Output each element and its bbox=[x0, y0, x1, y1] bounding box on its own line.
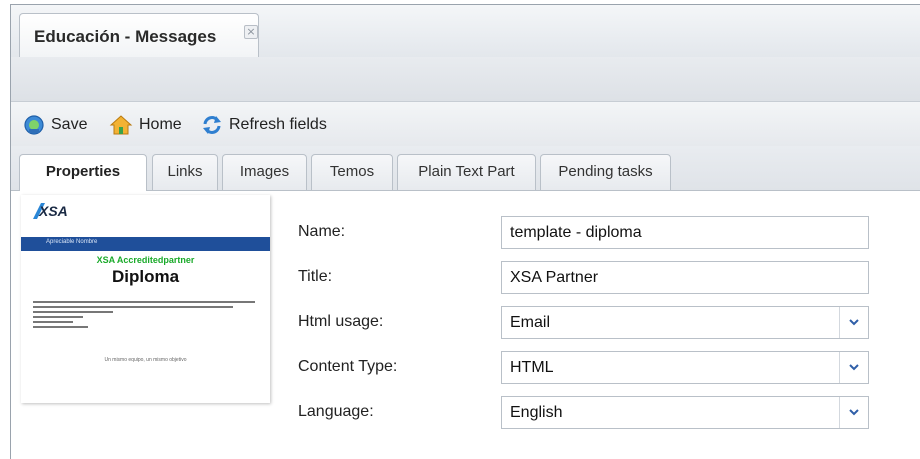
toolbar: Save Home Refresh fields bbox=[11, 102, 920, 146]
html-usage-dropdown-trigger[interactable] bbox=[839, 307, 868, 338]
language-label: Language: bbox=[298, 403, 374, 420]
preview-partner-text: XSA Accreditedpartner bbox=[96, 255, 195, 265]
tab-plain-text-part[interactable]: Plain Text Part bbox=[397, 154, 536, 190]
save-icon bbox=[24, 115, 44, 135]
window-tab[interactable]: Educación - Messages × bbox=[19, 13, 259, 57]
title-label: Title: bbox=[298, 268, 333, 285]
tab-properties[interactable]: Properties bbox=[19, 154, 147, 191]
chevron-down-icon bbox=[849, 409, 859, 416]
tab-images[interactable]: Images bbox=[222, 154, 307, 190]
title-field[interactable]: XSA Partner bbox=[501, 261, 869, 294]
xsa-logo: XSA bbox=[39, 203, 68, 219]
name-label: Name: bbox=[298, 223, 346, 240]
content-type-value: HTML bbox=[510, 359, 554, 376]
preview-header-bar: Apreciable Nombre bbox=[21, 237, 270, 251]
tab-bar: Properties Links Images Temos Plain Text… bbox=[11, 146, 920, 191]
refresh-icon bbox=[203, 116, 221, 134]
content-type-select[interactable]: HTML bbox=[501, 351, 869, 384]
blank-toolbar bbox=[11, 57, 920, 102]
home-label: Home bbox=[139, 116, 182, 133]
preview-text-line bbox=[33, 311, 113, 313]
tab-pending-tasks[interactable]: Pending tasks bbox=[540, 154, 671, 190]
preview-text-line bbox=[33, 321, 73, 323]
template-preview: XSA Apreciable Nombre XSA Accreditedpart… bbox=[21, 195, 270, 403]
home-button[interactable]: Home bbox=[109, 112, 182, 138]
preview-text-line bbox=[33, 306, 233, 308]
preview-diploma-title: Diploma bbox=[111, 267, 180, 286]
name-field[interactable]: template - diploma bbox=[501, 216, 869, 249]
tab-temos[interactable]: Temos bbox=[311, 154, 393, 190]
html-usage-label: Html usage: bbox=[298, 313, 384, 330]
html-usage-select[interactable]: Email bbox=[501, 306, 869, 339]
tab-links[interactable]: Links bbox=[152, 154, 218, 190]
home-icon bbox=[109, 115, 133, 135]
preview-text-line bbox=[33, 326, 88, 328]
content-type-label: Content Type: bbox=[298, 358, 398, 375]
save-label: Save bbox=[51, 116, 88, 133]
preview-bar-text: Apreciable Nombre bbox=[46, 239, 98, 245]
window-title: Educación - Messages bbox=[34, 27, 217, 46]
language-dropdown-trigger[interactable] bbox=[839, 397, 868, 428]
close-icon[interactable]: × bbox=[244, 25, 258, 39]
chevron-down-icon bbox=[849, 319, 859, 326]
refresh-fields-button[interactable]: Refresh fields bbox=[201, 112, 327, 138]
preview-footer-text: Un mismo equipo, un mismo objetivo bbox=[104, 357, 187, 363]
language-value: English bbox=[510, 404, 563, 421]
content-type-dropdown-trigger[interactable] bbox=[839, 352, 868, 383]
refresh-label: Refresh fields bbox=[229, 116, 327, 133]
window-tab-strip: Educación - Messages × bbox=[11, 5, 920, 58]
messages-window: Educación - Messages × Save Home Refresh… bbox=[10, 4, 920, 459]
language-select[interactable]: English bbox=[501, 396, 869, 429]
save-button[interactable]: Save bbox=[23, 112, 87, 138]
chevron-down-icon bbox=[849, 364, 859, 371]
preview-text-line bbox=[33, 301, 255, 303]
preview-text-line bbox=[33, 316, 83, 318]
html-usage-value: Email bbox=[510, 314, 551, 331]
